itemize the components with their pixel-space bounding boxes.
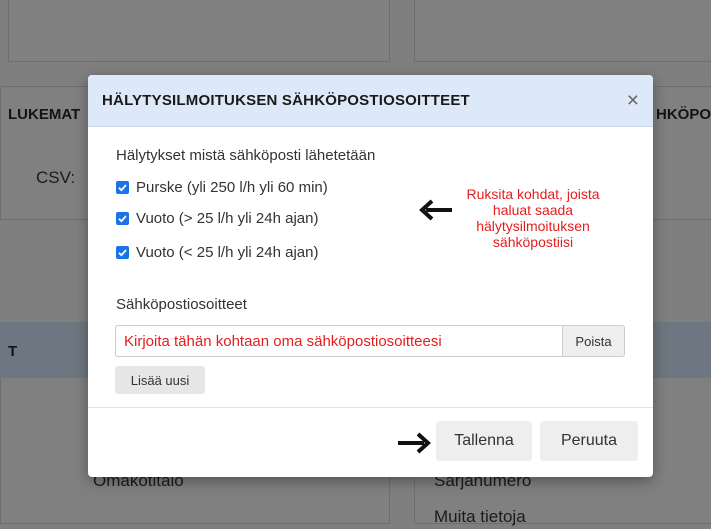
dialog-footer-divider [88, 407, 653, 408]
bg-card-top-right [414, 0, 711, 62]
bg-col-header-left: LUKEMAT [8, 106, 81, 123]
checkbox-row-burst[interactable]: Purske (yli 250 l/h yli 60 min) [116, 179, 328, 196]
bg-csv-label: CSV: [36, 168, 76, 187]
bg-row-label-left: T [8, 343, 18, 360]
remove-button[interactable]: Poista [562, 325, 625, 357]
email-input[interactable]: Kirjoita tähän kohtaan oma sähköpostioso… [115, 325, 563, 357]
checkbox-label-leak-high: Vuoto (> 25 l/h yli 24h ajan) [136, 210, 319, 227]
checkbox-row-leak-high[interactable]: Vuoto (> 25 l/h yli 24h ajan) [116, 210, 318, 227]
dialog-title: HÄLYTYSILMOITUKSEN SÄHKÖPOSTIOSOITTEET [102, 92, 470, 109]
save-button[interactable]: Tallenna [436, 421, 532, 461]
arrow-left-icon [419, 199, 452, 221]
emails-section-label: Sähköpostiosoitteet [116, 296, 247, 313]
checkbox-label-burst: Purske (yli 250 l/h yli 60 min) [136, 179, 328, 196]
add-new-button[interactable]: Lisää uusi [115, 366, 205, 394]
checkbox-leak-low[interactable] [116, 246, 129, 259]
annotation-text: Ruksita kohdat, joista haluat saada häly… [466, 186, 600, 250]
cancel-button[interactable]: Peruuta [540, 421, 638, 461]
checkmark-icon [118, 215, 127, 223]
alert-email-dialog: HÄLYTYSILMOITUKSEN SÄHKÖPOSTIOSOITTEET ×… [88, 75, 653, 477]
arrow-right-icon [398, 432, 431, 454]
checkbox-burst[interactable] [116, 181, 129, 194]
bg-col-header-right: HKÖPO [656, 106, 711, 123]
bg-card-top-left [8, 0, 390, 62]
close-icon[interactable]: × [627, 90, 639, 111]
checkbox-label-leak-low: Vuoto (< 25 l/h yli 24h ajan) [136, 244, 319, 261]
checkmark-icon [118, 249, 127, 257]
checkbox-leak-high[interactable] [116, 212, 129, 225]
checkbox-row-leak-low[interactable]: Vuoto (< 25 l/h yli 24h ajan) [116, 244, 318, 261]
alerts-section-label: Hälytykset mistä sähköposti lähetetään [116, 147, 376, 164]
checkmark-icon [118, 184, 127, 192]
dialog-header: HÄLYTYSILMOITUKSEN SÄHKÖPOSTIOSOITTEET × [88, 75, 653, 127]
bg-cell-right-2: Muita tietoja [434, 507, 526, 526]
